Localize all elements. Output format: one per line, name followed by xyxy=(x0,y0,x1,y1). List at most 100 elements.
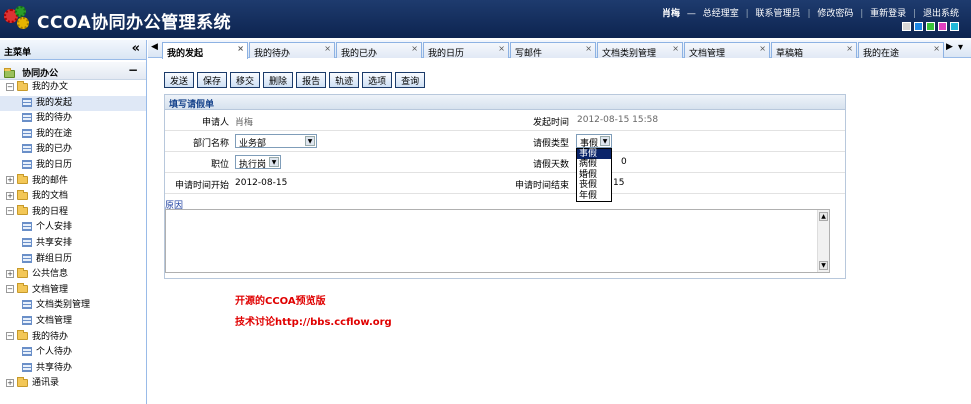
user-role: 总经理室 xyxy=(702,9,739,19)
folder-icon xyxy=(17,189,28,200)
collapse-icon[interactable]: − xyxy=(6,82,14,91)
skin-swatch[interactable] xyxy=(950,22,959,31)
send-button[interactable]: 发送 xyxy=(164,72,195,88)
tree-leaf-item[interactable]: 我的待办 xyxy=(0,111,146,127)
tree-item-label: 我的日历 xyxy=(36,159,73,170)
tree-leaf-item[interactable]: 共享安排 xyxy=(0,236,146,252)
separator: | xyxy=(807,9,811,19)
close-tab-icon[interactable]: × xyxy=(672,44,679,53)
start-time-value: 2012-08-15 15:58 xyxy=(577,115,659,125)
dropdown-option[interactable]: 病假 xyxy=(577,159,611,169)
tree-leaf-item[interactable]: 我的日历 xyxy=(0,158,146,174)
collapse-group-icon[interactable]: − xyxy=(128,63,138,77)
user-dash: — xyxy=(686,9,696,19)
separator: | xyxy=(913,9,917,19)
skin-swatch[interactable] xyxy=(902,22,911,31)
tree-item-label: 文档管理 xyxy=(36,315,73,326)
collapse-icon[interactable]: − xyxy=(6,207,14,216)
textarea-scrollbar[interactable]: ▲ ▼ xyxy=(817,210,829,272)
tab-label: 草稿箱 xyxy=(776,49,804,59)
close-tab-icon[interactable]: × xyxy=(411,44,418,53)
tree-leaf-item[interactable]: 文档管理 xyxy=(0,314,146,330)
tab-item[interactable]: 写邮件 × xyxy=(510,42,596,59)
tree-leaf-item[interactable]: 我的发起 xyxy=(0,95,146,112)
close-tab-icon[interactable]: × xyxy=(933,44,940,53)
tree-folder-item[interactable]: − 我的办文 xyxy=(0,80,146,96)
tree-leaf-item[interactable]: 个人待办 xyxy=(0,345,146,361)
tree-folder-item[interactable]: − 我的待办 xyxy=(0,330,146,346)
tree-folder-item[interactable]: − 我的日程 xyxy=(0,205,146,221)
collapse-icon[interactable]: « xyxy=(132,41,140,56)
tab-item[interactable]: 文档管理 × xyxy=(684,42,770,59)
tree-leaf-item[interactable]: 共享待办 xyxy=(0,361,146,377)
dropdown-arrow-icon: ▼ xyxy=(269,157,279,167)
tab-scroll-right-icon[interactable]: ▶ xyxy=(946,42,953,52)
delete-button[interactable]: 删除 xyxy=(263,72,294,88)
sidebar-group-header[interactable]: 协同办公 − xyxy=(0,62,146,80)
page-icon xyxy=(22,315,32,325)
tree-leaf-item[interactable]: 我的在途 xyxy=(0,127,146,143)
close-tab-icon[interactable]: × xyxy=(585,44,592,53)
skin-swatch[interactable] xyxy=(926,22,935,31)
tree-folder-item[interactable]: + 我的邮件 xyxy=(0,174,146,190)
position-select[interactable]: 执行岗 ▼ xyxy=(235,155,281,170)
expand-icon[interactable]: + xyxy=(6,191,14,200)
close-tab-icon[interactable]: × xyxy=(846,44,853,53)
tree-folder-item[interactable]: − 文档管理 xyxy=(0,283,146,299)
logout-link[interactable]: 退出系统 xyxy=(923,9,959,19)
leave-type-select[interactable]: 事假 ▼ xyxy=(576,134,612,149)
dropdown-option[interactable]: 婚假 xyxy=(577,170,611,180)
collapse-icon[interactable]: − xyxy=(6,285,14,294)
tree-item-label: 我的邮件 xyxy=(32,175,69,186)
report-button[interactable]: 报告 xyxy=(296,72,327,88)
scroll-down-icon[interactable]: ▼ xyxy=(819,261,828,270)
tab-item[interactable]: 文档类别管理 × xyxy=(597,42,683,59)
save-button[interactable]: 保存 xyxy=(197,72,228,88)
close-tab-icon[interactable]: × xyxy=(498,44,505,53)
skin-swatch[interactable] xyxy=(938,22,947,31)
req-start-value[interactable]: 2012-08-15 xyxy=(235,178,287,188)
scroll-up-icon[interactable]: ▲ xyxy=(819,212,828,221)
dept-select[interactable]: 业务部 ▼ xyxy=(235,134,317,149)
tab-item[interactable]: 我的待办 × xyxy=(249,42,335,59)
tab-item[interactable]: 我的发起 × xyxy=(162,42,248,59)
tree-folder-item[interactable]: + 通讯录 xyxy=(0,376,146,392)
collapse-icon[interactable]: − xyxy=(6,332,14,340)
tree-leaf-item[interactable]: 群组日历 xyxy=(0,252,146,268)
contact-admin-link[interactable]: 联系管理员 xyxy=(756,9,801,19)
tab-item[interactable]: 草稿箱 × xyxy=(771,42,857,59)
close-tab-icon[interactable]: × xyxy=(759,44,766,53)
tab-menu-icon[interactable]: ▾ xyxy=(958,42,963,53)
dropdown-option[interactable]: 事假 xyxy=(577,149,611,160)
req-end-value[interactable]: 15 xyxy=(613,178,624,188)
tree-folder-item[interactable]: + 公共信息 xyxy=(0,267,146,283)
query-button[interactable]: 查询 xyxy=(395,72,426,88)
skin-swatch[interactable] xyxy=(914,22,923,31)
tab-scroll-left-icon[interactable]: ◀ xyxy=(151,42,158,52)
tree-leaf-item[interactable]: 个人安排 xyxy=(0,220,146,236)
expand-icon[interactable]: + xyxy=(6,269,14,278)
options-button[interactable]: 选项 xyxy=(362,72,393,88)
dropdown-option[interactable]: 年假 xyxy=(577,191,611,201)
change-password-link[interactable]: 修改密码 xyxy=(817,9,853,19)
tree-folder-item[interactable]: + 我的文档 xyxy=(0,189,146,205)
expand-icon[interactable]: + xyxy=(6,378,14,387)
track-button[interactable]: 轨迹 xyxy=(329,72,360,88)
top-nav: 肖梅 — 总经理室 | 联系管理员 | 修改密码 | 重新登录 | 退出系统 xyxy=(660,6,961,19)
days-value[interactable]: 0 xyxy=(621,157,627,167)
tree-leaf-item[interactable]: 我的已办 xyxy=(0,142,146,158)
tab-label: 文档管理 xyxy=(689,49,726,59)
tree-leaf-item[interactable]: 文档类别管理 xyxy=(0,298,146,314)
tab-item[interactable]: 我的在途 × xyxy=(858,42,944,59)
page-icon xyxy=(22,347,32,357)
close-tab-icon[interactable]: × xyxy=(237,44,244,53)
reason-textarea[interactable]: ▲ ▼ xyxy=(165,209,830,273)
close-tab-icon[interactable]: × xyxy=(324,44,331,53)
tab-item[interactable]: 我的已办 × xyxy=(336,42,422,59)
tab-item[interactable]: 我的日历 × xyxy=(423,42,509,59)
dropdown-option[interactable]: 丧假 xyxy=(577,180,611,190)
expand-icon[interactable]: + xyxy=(6,176,14,185)
sidebar-header: 主菜单 « xyxy=(0,40,146,60)
relogin-link[interactable]: 重新登录 xyxy=(870,9,906,19)
transfer-button[interactable]: 移交 xyxy=(230,72,261,88)
